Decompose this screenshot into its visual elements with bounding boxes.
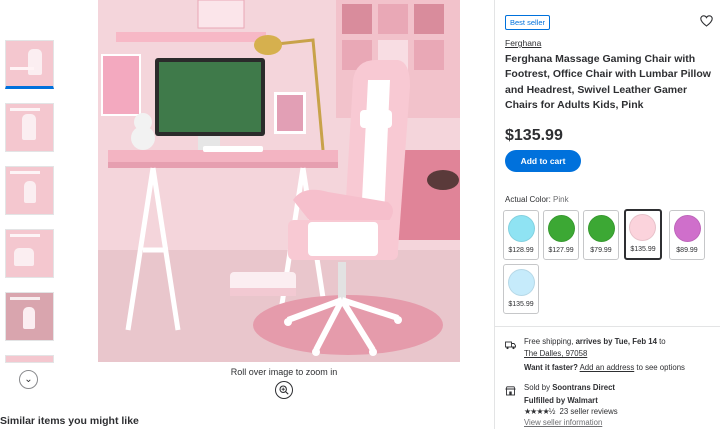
zoom-caption: Roll over image to zoom in (230, 367, 338, 377)
favorite-button[interactable] (700, 14, 713, 32)
color-swatch-selected[interactable]: $135.99 (624, 209, 662, 260)
color-swatch[interactable]: $89.99 (669, 210, 705, 260)
thumbnail-image (14, 248, 34, 266)
best-seller-badge: Best seller (505, 15, 551, 30)
star-rating-icon: ★★★★½ (524, 407, 555, 416)
actual-color-value: Pink (553, 195, 569, 204)
swatch-color (508, 269, 535, 296)
thumbnail-image (22, 114, 36, 140)
store-icon (505, 383, 516, 401)
product-price: $135.99 (505, 127, 563, 144)
thumbnail-caption-bar (10, 297, 40, 300)
gaming-room-illustration (98, 0, 460, 362)
product-title: Ferghana Massage Gaming Chair with Footr… (505, 53, 711, 111)
thumbnail-item[interactable] (5, 229, 54, 278)
thumbnail-image (24, 181, 36, 203)
seller-reviews-count: 23 seller reviews (559, 407, 618, 416)
faster-shipping-row: Want it faster? Add an address to see op… (524, 363, 685, 372)
color-swatch[interactable]: $135.99 (503, 264, 539, 314)
shipping-prefix: Free shipping, (524, 337, 574, 346)
swatch-price: $135.99 (508, 301, 534, 308)
thumbnail-item[interactable] (5, 103, 54, 152)
view-seller-information-link[interactable]: View seller information (524, 418, 602, 427)
swatch-color (548, 215, 575, 242)
faster-shipping-suffix: to see options (636, 363, 685, 372)
thumbnail-item[interactable] (5, 292, 54, 341)
main-product-image[interactable] (98, 0, 460, 362)
color-swatch[interactable]: $127.99 (543, 210, 579, 260)
thumbnail-list (5, 40, 55, 363)
shipping-location-link[interactable]: The Dalles, 97058 (524, 349, 587, 358)
product-info-panel: Best seller Ferghana Ferghana Massage Ga… (494, 0, 720, 429)
thumbnail-image (23, 307, 35, 329)
thumbnail-image (28, 49, 42, 75)
swatch-price: $128.99 (508, 247, 534, 254)
similar-items-heading: Similar items you might like (0, 415, 139, 427)
heart-icon (700, 15, 713, 27)
shipping-info: Free shipping, arrives by Tue, Feb 14 to (524, 337, 666, 346)
truck-icon (505, 337, 516, 355)
color-swatch[interactable]: $79.99 (583, 210, 619, 260)
zoom-button[interactable] (275, 381, 293, 399)
chevron-down-icon: ⌄ (24, 374, 33, 385)
add-to-cart-button[interactable]: Add to cart (505, 150, 581, 172)
color-swatch[interactable]: $128.99 (503, 210, 539, 260)
swatch-price: $79.99 (590, 247, 612, 254)
seller-rating: ★★★★½ 23 seller reviews (524, 407, 618, 416)
thumbnails-scroll-down-button[interactable]: ⌄ (19, 370, 38, 389)
swatch-color (508, 215, 535, 242)
brand-link[interactable]: Ferghana (505, 38, 541, 48)
thumbnail-caption-bar (10, 234, 40, 237)
thumbnail-item[interactable] (5, 355, 54, 363)
zoom-in-icon (279, 385, 289, 395)
swatch-color (674, 215, 701, 242)
swatch-price: $89.99 (676, 247, 698, 254)
shipping-suffix: to (659, 337, 666, 346)
swatch-color (588, 215, 615, 242)
swatch-price: $135.99 (630, 246, 656, 253)
add-address-link[interactable]: Add an address (580, 363, 635, 372)
thumbnail-caption-bar (10, 108, 40, 111)
actual-color-label: Actual Color: (505, 195, 551, 204)
shipping-arrival: arrives by Tue, Feb 14 (575, 337, 657, 346)
seller-name: Soontrans Direct (552, 383, 616, 392)
thumbnail-item[interactable] (5, 40, 54, 89)
thumbnail-caption-bar (10, 171, 40, 174)
swatch-price: $127.99 (548, 247, 574, 254)
faster-shipping-label: Want it faster? (524, 363, 578, 372)
fulfilled-by: Fulfilled by Walmart (524, 396, 598, 405)
thumbnail-item[interactable] (5, 166, 54, 215)
thumbnail-desk (10, 67, 34, 70)
sold-by-row: Sold by Soontrans Direct (524, 383, 615, 392)
actual-color-row: Actual Color: Pink (505, 195, 569, 204)
sold-by-prefix: Sold by (524, 383, 551, 392)
swatch-color (629, 214, 656, 241)
section-divider (495, 326, 720, 327)
